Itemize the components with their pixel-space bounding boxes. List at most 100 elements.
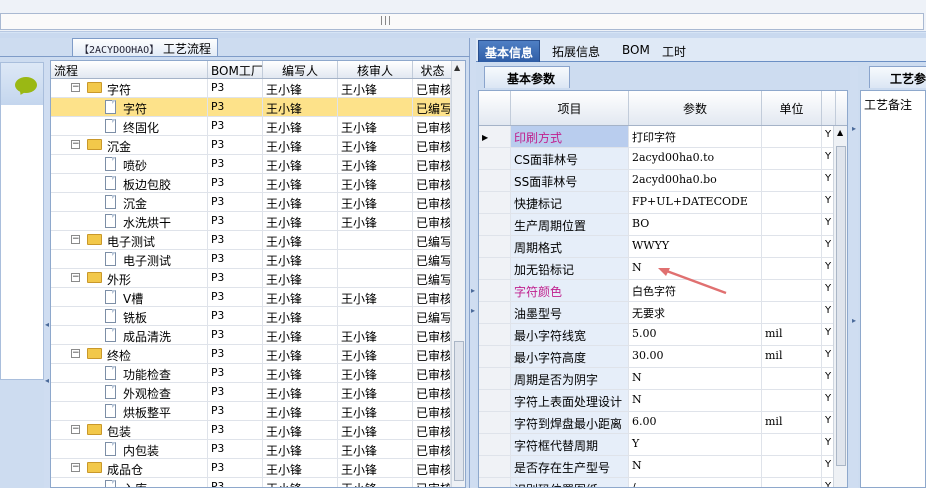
param-value[interactable]: WWYY — [629, 236, 762, 257]
col-header-reviewer[interactable]: 核审人 — [338, 61, 413, 78]
param-value[interactable]: 30.00 — [629, 346, 762, 367]
col-header-flow[interactable]: 流程 — [51, 61, 208, 78]
tree-row[interactable]: 水洗烘干 P3 王小锋 王小锋 已审核 — [51, 212, 465, 231]
collapse-toggle-icon[interactable]: − — [71, 273, 80, 282]
col-header-value[interactable]: 参数 — [629, 91, 762, 125]
param-row[interactable]: 字符框代替周期 Y Y — [479, 434, 847, 456]
param-value[interactable]: Y — [629, 434, 762, 455]
param-value[interactable]: 6.00 — [629, 412, 762, 433]
row-indicator[interactable] — [479, 280, 511, 301]
param-row[interactable]: 识别码位置图纸/Y — [479, 478, 847, 487]
collapse-toggle-icon[interactable]: − — [71, 349, 80, 358]
tree-row[interactable]: 沉金 P3 王小锋 王小锋 已审核 — [51, 193, 465, 212]
param-value[interactable]: N — [629, 258, 762, 279]
col-header-item[interactable]: 项目 — [511, 91, 629, 125]
tree-row[interactable]: 内包装 P3 王小锋 王小锋 已审核 — [51, 440, 465, 459]
col-header-writer[interactable]: 编写人 — [263, 61, 338, 78]
subtab-basic-params[interactable]: 基本参数 — [484, 66, 571, 88]
row-indicator[interactable] — [479, 412, 511, 433]
scroll-thumb[interactable] — [454, 341, 464, 481]
tree-row[interactable]: 入库P3王小锋王小锋已审核 — [51, 478, 465, 487]
row-indicator[interactable] — [479, 346, 511, 367]
right-splitter[interactable]: ▸ ▸ — [850, 66, 858, 488]
tree-row[interactable]: − 沉金 P3 王小锋 王小锋 已审核 — [51, 136, 465, 155]
row-indicator[interactable] — [479, 434, 511, 455]
scroll-up-icon[interactable]: ▲ — [837, 128, 843, 137]
param-row[interactable]: 油墨型号 无要求 Y — [479, 302, 847, 324]
subtab-process-params[interactable]: 工艺参 — [869, 66, 926, 88]
scroll-thumb[interactable] — [836, 146, 846, 466]
param-row[interactable]: 最小字符高度 30.00 mil Y — [479, 346, 847, 368]
param-value[interactable]: N — [629, 456, 762, 477]
tab-bom[interactable]: BOM — [616, 40, 656, 62]
tree-scrollbar[interactable]: ▲ — [451, 61, 465, 487]
row-indicator[interactable] — [479, 456, 511, 477]
top-input-bar[interactable] — [0, 13, 924, 30]
param-value[interactable]: 打印字符 — [629, 126, 762, 147]
param-row[interactable]: 是否存在生产型号 N Y — [479, 456, 847, 478]
tree-row[interactable]: − 电子测试 P3 王小锋 已编写 — [51, 231, 465, 250]
tree-row[interactable]: 字符 P3 王小锋 已编写 — [51, 98, 465, 117]
row-indicator[interactable]: ▶ — [479, 126, 511, 147]
param-row[interactable]: 周期是否为阴字 N Y — [479, 368, 847, 390]
param-value[interactable]: 白色字符 — [629, 280, 762, 301]
param-row[interactable]: SS面菲林号 2acyd00ha0.bo Y — [479, 170, 847, 192]
param-row[interactable]: 生产周期位置 BO Y — [479, 214, 847, 236]
tab-work-hours[interactable]: 工时 — [656, 40, 692, 62]
tree-row[interactable]: − 包装 P3 王小锋 王小锋 已审核 — [51, 421, 465, 440]
tree-row[interactable]: 烘板整平 P3 王小锋 王小锋 已审核 — [51, 402, 465, 421]
tree-row[interactable]: 终固化 P3 王小锋 王小锋 已审核 — [51, 117, 465, 136]
row-indicator[interactable] — [479, 148, 511, 169]
splitter-arrow-icon[interactable]: ◂ — [45, 320, 49, 329]
chat-bubble-icon[interactable] — [15, 77, 37, 93]
param-value[interactable]: 2acyd00ha0.to — [629, 148, 762, 169]
row-indicator[interactable] — [479, 324, 511, 345]
tree-row[interactable]: − 终检 P3 王小锋 王小锋 已审核 — [51, 345, 465, 364]
tree-row[interactable]: 功能检查 P3 王小锋 王小锋 已审核 — [51, 364, 465, 383]
param-row[interactable]: 字符上表面处理设计 N Y — [479, 390, 847, 412]
collapse-toggle-icon[interactable]: − — [71, 140, 80, 149]
row-indicator[interactable] — [479, 478, 511, 487]
tree-row[interactable]: − 成品仓 P3 王小锋 王小锋 已审核 — [51, 459, 465, 478]
row-indicator[interactable] — [479, 170, 511, 191]
row-indicator[interactable] — [479, 390, 511, 411]
collapse-toggle-icon[interactable]: − — [71, 425, 80, 434]
tree-row[interactable]: 外观检查 P3 王小锋 王小锋 已审核 — [51, 383, 465, 402]
tab-basic-info[interactable]: 基本信息 — [478, 40, 541, 62]
param-value[interactable]: 无要求 — [629, 302, 762, 323]
splitter-arrow-icon[interactable]: ▸ — [471, 306, 475, 315]
tree-row[interactable]: − 外形 P3 王小锋 已编写 — [51, 269, 465, 288]
tree-row[interactable]: 板边包胶 P3 王小锋 王小锋 已审核 — [51, 174, 465, 193]
param-row[interactable]: ▶ 印刷方式 打印字符 Y — [479, 126, 847, 148]
splitter-arrow-icon[interactable]: ▸ — [471, 286, 475, 295]
collapse-toggle-icon[interactable]: − — [71, 83, 80, 92]
tree-row[interactable]: 喷砂 P3 王小锋 王小锋 已审核 — [51, 155, 465, 174]
param-value[interactable]: BO — [629, 214, 762, 235]
param-value[interactable]: FP+UL+DATECODE — [629, 192, 762, 213]
tree-row[interactable]: 成品清洗 P3 王小锋 王小锋 已审核 — [51, 326, 465, 345]
scroll-up-icon[interactable]: ▲ — [454, 63, 460, 72]
param-row[interactable]: 周期格式 WWYY Y — [479, 236, 847, 258]
param-scrollbar[interactable]: ▲ — [833, 126, 847, 487]
param-row[interactable]: 快捷标记 FP+UL+DATECODE Y — [479, 192, 847, 214]
tree-row[interactable]: 电子测试 P3 王小锋 已编写 — [51, 250, 465, 269]
param-value[interactable]: N — [629, 390, 762, 411]
row-indicator[interactable] — [479, 302, 511, 323]
tab-extended-info[interactable]: 拓展信息 — [546, 40, 606, 62]
collapse-toggle-icon[interactable]: − — [71, 235, 80, 244]
param-value[interactable]: / — [629, 478, 762, 487]
tree-row[interactable]: − 字符 P3 王小锋 王小锋 已审核 — [51, 79, 465, 98]
splitter-arrow-icon[interactable]: ▸ — [852, 124, 856, 133]
row-indicator[interactable] — [479, 214, 511, 235]
row-indicator[interactable] — [479, 368, 511, 389]
param-row[interactable]: CS面菲林号 2acyd00ha0.to Y — [479, 148, 847, 170]
param-value[interactable]: 2acyd00ha0.bo — [629, 170, 762, 191]
row-indicator[interactable] — [479, 236, 511, 257]
resize-grip-icon[interactable]: ||| — [380, 16, 392, 26]
param-row[interactable]: 字符颜色 白色字符 Y — [479, 280, 847, 302]
tree-row[interactable]: V槽 P3 王小锋 王小锋 已审核 — [51, 288, 465, 307]
splitter-arrow-icon[interactable]: ◂ — [45, 376, 49, 385]
param-value[interactable]: 5.00 — [629, 324, 762, 345]
tree-row[interactable]: 铣板 P3 王小锋 已编写 — [51, 307, 465, 326]
param-row[interactable]: 字符到焊盘最小距离 6.00 mil Y — [479, 412, 847, 434]
